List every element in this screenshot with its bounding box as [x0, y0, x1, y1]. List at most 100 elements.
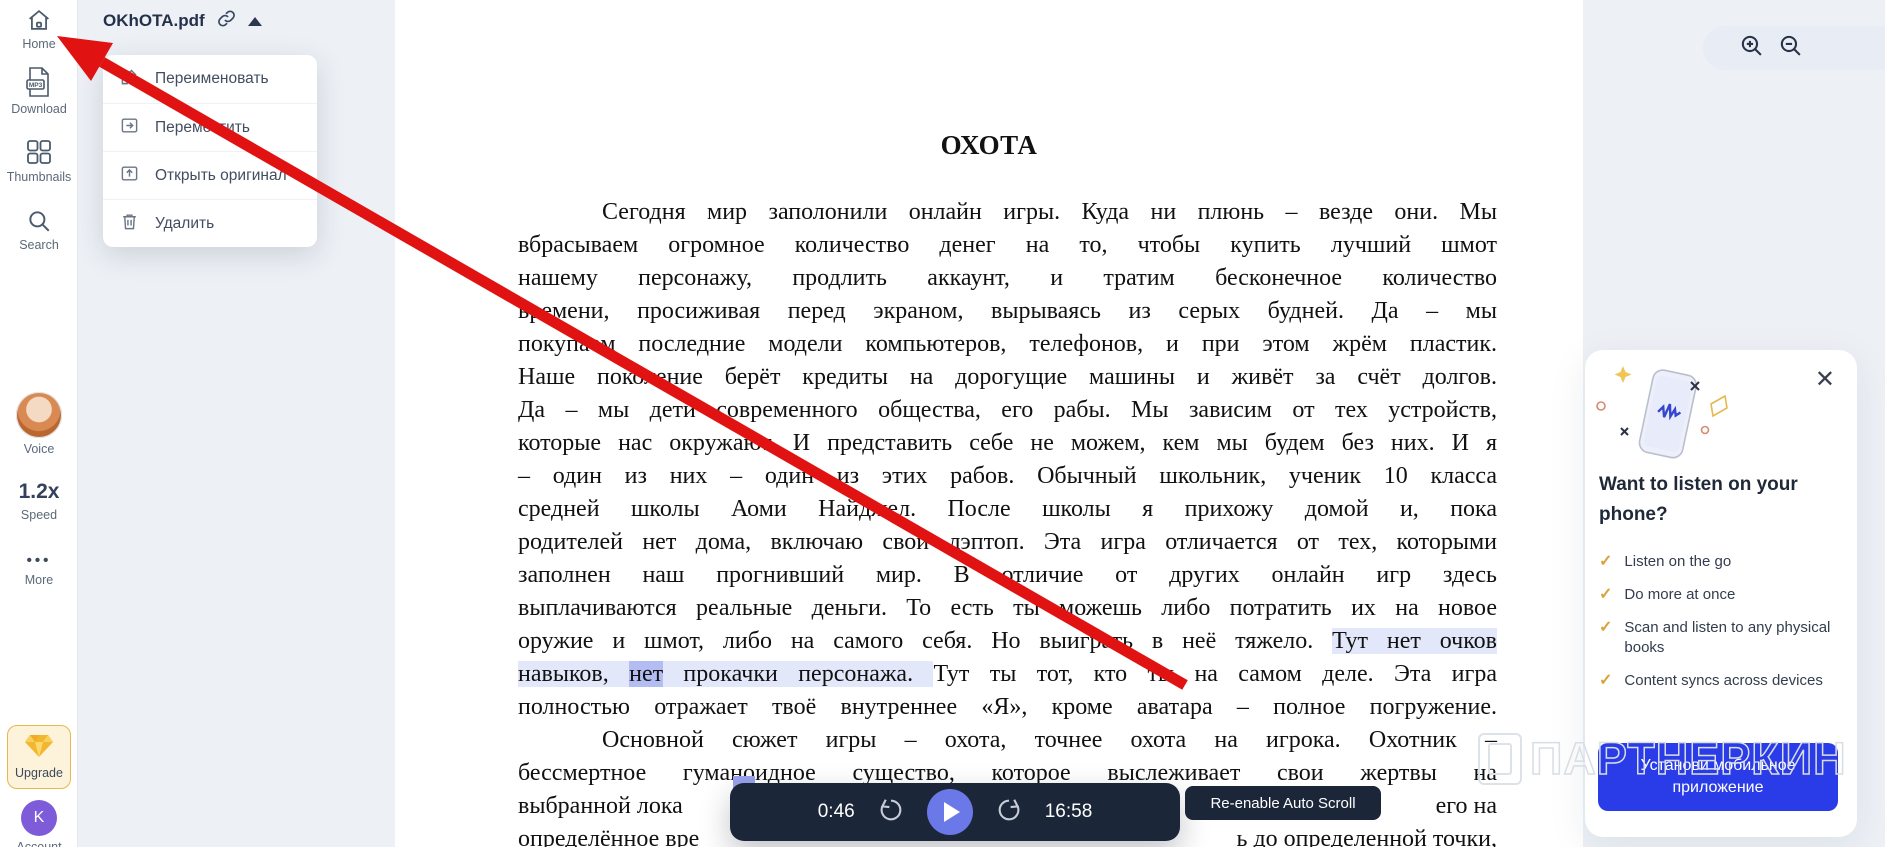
promo-bullet-text: Content syncs across devices [1624, 672, 1823, 689]
install-mobile-app-button[interactable]: Установи мобильное приложение [1598, 743, 1838, 811]
document-text-fragment: средней школы Аоми Найджел. После школы … [518, 496, 1497, 522]
document-text-fragment: Наше поколение берёт кредиты на дорогущи… [518, 364, 1497, 390]
sidebar-label-thumbnails: Thumbnails [6, 170, 72, 184]
promo-bullet-3: ✓ Scan and listen to any physical books [1599, 618, 1839, 658]
document-text-fragment: его на [1435, 793, 1497, 819]
skip-forward-icon[interactable] [995, 796, 1023, 829]
account-label: Account [16, 840, 62, 847]
document-line: полностью отражает твоё внутреннее «Я», … [518, 691, 1497, 724]
menu-item-label: Открыть оригинал [155, 166, 287, 184]
zoom-controls [1703, 26, 1885, 70]
upgrade-label: Upgrade [15, 766, 63, 780]
document-line: оружие и шмот, либо на самого себя. Но в… [518, 625, 1497, 658]
document-line: которые нас окружают. И представить себе… [518, 427, 1497, 460]
document-line: средней школы Аоми Найджел. После школы … [518, 493, 1497, 526]
upgrade-button[interactable]: Upgrade [7, 725, 71, 789]
sentence-highlight: прокачки персонажа. [663, 661, 934, 687]
menu-item-label: Переименовать [155, 70, 269, 87]
file-context-menu: Переименовать Переместить Открыть оригинал… [103, 55, 317, 247]
skip-back-icon[interactable] [877, 796, 905, 829]
document-line: Основной сюжет игры – охота, точнее охот… [518, 724, 1497, 757]
more-menu[interactable]: ••• More [0, 552, 78, 587]
document-line: нашему персонажу, продлить аккаунт, и тр… [518, 262, 1497, 295]
account-button[interactable]: K Account [0, 800, 78, 847]
sidebar-label-download: Download [11, 102, 67, 116]
menu-item-2[interactable]: Переместить [103, 103, 317, 151]
more-label: More [24, 573, 54, 587]
document-text-fragment: нашему персонажу, продлить аккаунт, и тр… [518, 265, 1497, 291]
total-time: 16:58 [1044, 801, 1093, 822]
sidebar-item-search[interactable]: Search [0, 208, 78, 252]
document-text-fragment: выплачиваются реальные деньги. То есть т… [518, 595, 1497, 621]
menu-item-4[interactable]: Удалить [103, 199, 317, 247]
document-line: заполнен наш прогнивший мир. В отличие о… [518, 559, 1497, 592]
document-text-fragment: оружие и шмот, либо на самого себя. Но в… [518, 628, 1333, 654]
thumbnails-icon [25, 138, 53, 166]
document-line: покупаем последние модели компьютеров, т… [518, 328, 1497, 361]
document-text-fragment: родителей нет дома, включаю свой лэптоп.… [518, 529, 1497, 555]
word-highlight: нет [629, 661, 664, 687]
voice-selector[interactable]: Voice [0, 392, 78, 456]
document-text-fragment: покупаем последние модели компьютеров, т… [518, 331, 1497, 357]
voice-label: Voice [23, 442, 55, 456]
sentence-highlight: навыков, [518, 661, 630, 687]
speed-value: 1.2x [18, 480, 60, 503]
zoom-in-icon[interactable] [1739, 33, 1764, 63]
menu-item-label: Переместить [155, 118, 250, 136]
document-line: – один из них – один из этих рабов. Обыч… [518, 460, 1497, 493]
play-icon [943, 802, 960, 822]
move-icon [120, 116, 139, 140]
account-avatar: K [21, 800, 57, 836]
open-original-icon [120, 164, 139, 188]
play-button[interactable] [926, 789, 973, 835]
document-text: Сегодня мир заполонили онлайн игры. Куда… [518, 196, 1497, 847]
document-page: ОХОТА Сегодня мир заполонили онлайн игры… [395, 0, 1583, 847]
pencil-icon [120, 67, 139, 91]
document-line: выплачиваются реальные деньги. То есть т… [518, 592, 1497, 625]
sidebar-item-thumbnails[interactable]: Thumbnails [0, 138, 78, 184]
close-icon[interactable]: ✕ [1815, 368, 1835, 392]
check-icon: ✓ [1599, 553, 1613, 570]
sidebar-label-search: Search [19, 238, 59, 252]
document-text-fragment: Сегодня мир заполонили онлайн игры. Куда… [602, 199, 1497, 225]
search-icon [26, 208, 52, 234]
document-text-fragment: – один из них – один из этих рабов. Обыч… [518, 463, 1497, 489]
document-text-fragment: полностью отражает твоё внутреннее «Я», … [518, 694, 1497, 720]
promo-bullet-4: ✓ Content syncs across devices [1599, 671, 1839, 691]
sidebar-label-home: Home [22, 37, 56, 51]
audio-player-bar: 0:46 16:58 [730, 783, 1180, 841]
document-line: вбрасываем огромное количество денег на … [518, 229, 1497, 262]
document-line: навыков, нет прокачки персонажа. Тут ты … [518, 658, 1497, 691]
document-text-fragment: определённое вре [518, 826, 700, 847]
promo-bullet-1: ✓ Listen on the go [1599, 552, 1839, 572]
zoom-out-icon[interactable] [1778, 33, 1803, 63]
document-text-fragment: заполнен наш прогнивший мир. В отличие о… [518, 562, 1497, 588]
link-icon[interactable] [217, 9, 236, 33]
collapse-chevron-icon[interactable] [247, 16, 262, 26]
document-line: Сегодня мир заполонили онлайн игры. Куда… [518, 196, 1497, 229]
more-dots-icon: ••• [26, 552, 52, 569]
home-icon [26, 8, 52, 33]
promo-bullet-text: Do more at once [1624, 586, 1736, 603]
diamond-icon [24, 734, 54, 763]
document-line: Наше поколение берёт кредиты на дорогущи… [518, 361, 1497, 394]
document-text-fragment: Основной сюжет игры – охота, точнее охот… [602, 727, 1497, 753]
menu-item-1[interactable]: Переименовать [103, 55, 317, 103]
trash-icon [120, 212, 139, 236]
promo-bullet-text: Listen on the go [1624, 553, 1732, 570]
sidebar-item-download[interactable]: MP3 Download [0, 66, 78, 116]
voice-avatar [16, 392, 62, 438]
check-icon: ✓ [1599, 586, 1613, 603]
sentence-highlight: Тут нет очков [1332, 628, 1497, 654]
promo-bullet-list: ✓ Listen on the go ✓ Do more at once ✓ Scan a… [1599, 552, 1839, 691]
document-text-fragment: выбранной лока [518, 793, 683, 819]
speed-label: Speed [20, 508, 58, 522]
check-icon: ✓ [1599, 619, 1613, 636]
mobile-app-promo-card: ✕ Want to listen on your phone? ✓ Listen … [1585, 350, 1857, 837]
document-text-fragment: ь до определенной точки, [1236, 826, 1497, 847]
speed-selector[interactable]: 1.2x Speed [0, 480, 78, 522]
sidebar-item-home[interactable]: Home [0, 8, 78, 51]
menu-item-3[interactable]: Открыть оригинал [103, 151, 317, 199]
reenable-autoscroll-button[interactable]: Re-enable Auto Scroll [1185, 786, 1381, 820]
sidebar: Home MP3 Download Thumbnails Search Voic… [0, 0, 78, 847]
